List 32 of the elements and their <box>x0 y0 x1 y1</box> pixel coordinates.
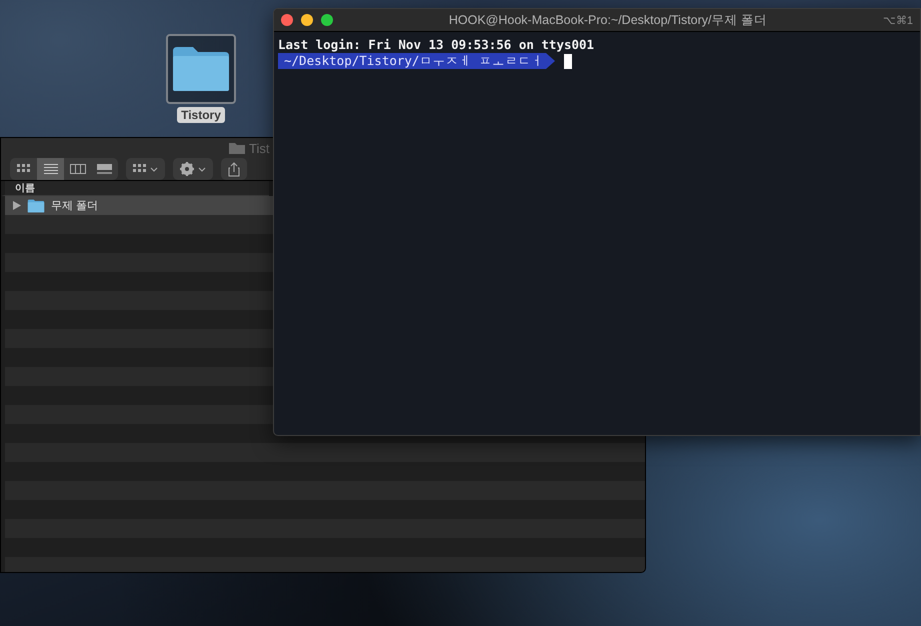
action-button[interactable] <box>173 158 213 180</box>
folder-icon-frame[interactable] <box>166 34 236 104</box>
column-header[interactable]: 이름 <box>1 181 269 196</box>
window-title: Tist <box>249 140 270 156</box>
file-row[interactable]: 무제 폴더 <box>5 196 273 215</box>
desktop-icon-label: Tistory <box>177 107 225 123</box>
list-icon <box>44 164 58 174</box>
gear-icon <box>180 162 194 176</box>
shortcut-label: ⌥⌘1 <box>882 14 913 26</box>
share-icon <box>228 162 240 176</box>
column-title: 이름 <box>15 182 35 195</box>
columns-icon <box>70 164 86 174</box>
close-button[interactable] <box>281 14 293 26</box>
folder-icon <box>171 45 231 93</box>
group-button[interactable] <box>126 158 165 180</box>
zoom-button[interactable] <box>321 14 333 26</box>
grid-icon <box>133 164 146 174</box>
chevron-down-icon <box>198 166 206 172</box>
share-button[interactable] <box>221 158 247 180</box>
terminal-output: Last login: Fri Nov 13 09:53:56 on ttys001 <box>278 37 596 52</box>
grid-icon <box>17 164 30 174</box>
minimize-button[interactable] <box>301 14 313 26</box>
file-name: 무제 폴더 <box>51 199 98 213</box>
gallery-icon <box>97 164 112 174</box>
text-cursor <box>564 54 572 68</box>
chevron-down-icon <box>150 166 158 172</box>
view-button[interactable] <box>37 158 64 180</box>
shell-prompt: ~/Desktop/Tistory/ㅁㅜㅈㅔ ㅍㅗㄹㄷㅓ <box>278 53 555 69</box>
folder-icon <box>229 142 245 154</box>
window-title: HOOK@Hook-MacBook-Pro:~/Desktop/Tistory/무제 폴더 <box>448 12 768 28</box>
folder-icon <box>27 198 45 212</box>
disclosure-triangle-icon[interactable] <box>13 201 21 210</box>
